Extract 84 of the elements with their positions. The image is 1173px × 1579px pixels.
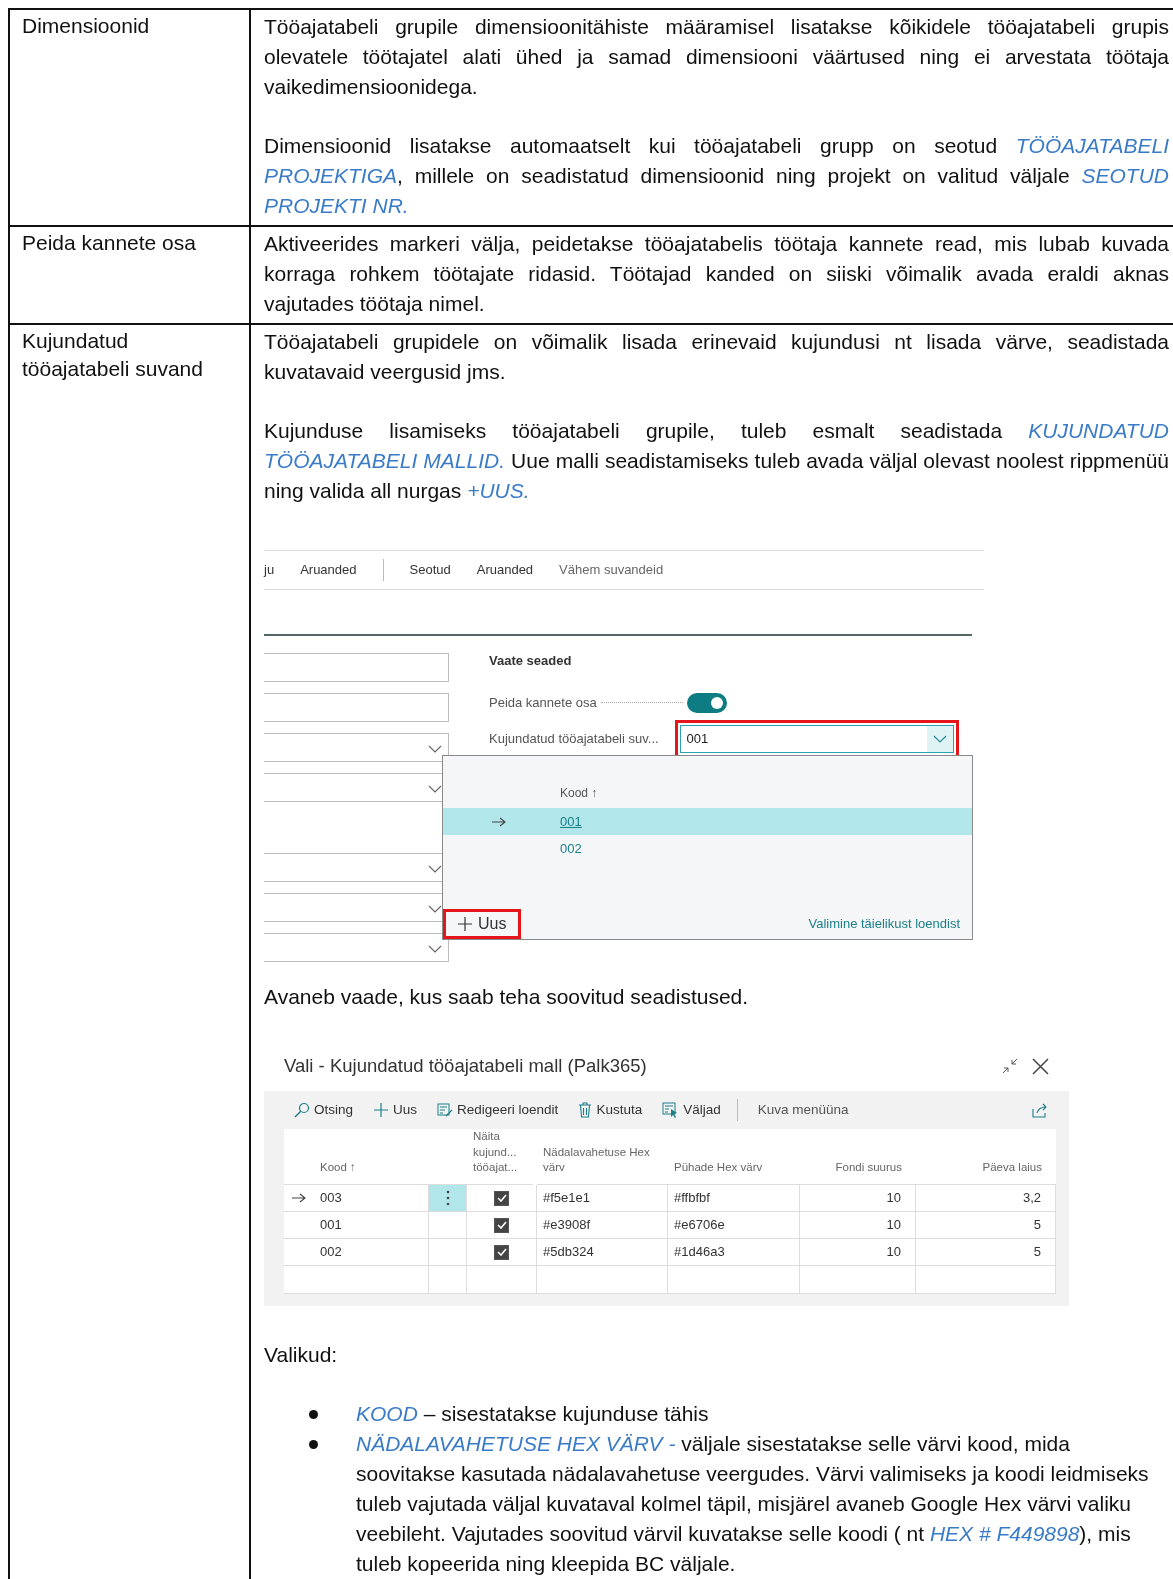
column-header: Kood ↑ — [560, 786, 599, 801]
menu-tab[interactable]: Vähem suvandeid — [559, 562, 664, 578]
new-button[interactable]: Uus — [443, 909, 522, 939]
paragraph: Avaneb vaade, kus saab teha soovitud seadistused. — [264, 984, 750, 1010]
paragraph: Dimensioonid lisatakse automaatselt kui tööajatabeli grupp on seotud TÖÖAJATABELI PROJEKTIGA, millele on seadistatud dimensioonid ning projekt on valitud väljale SEOTUD PROJEKTI NR. — [264, 133, 1169, 219]
chevron-icon — [428, 945, 442, 953]
menu-tab[interactable]: Aruanded — [476, 562, 534, 578]
list-item: NÄDALAVAHETUSE HEX VÄRV - väljale sisestatakse selle värvi kood, mida soovitakse kasutada nädalavahetuse veergudes. Värvi valimiseks ja koodi leidmiseks tuleb vajutada väljal kuvataval kolmel täpil, misjärel avaneb Google Hex värvi valiku veebileht. Vajutades soovitud värvil kuvatakse selle koodi ( nt HEX # F449898), mis tuleb kopeerida ning kleepida BC väljale. — [356, 1431, 1150, 1577]
toggle-switch[interactable] — [686, 692, 727, 713]
checkbox[interactable] — [494, 1190, 509, 1206]
search-icon — [294, 1102, 310, 1118]
column-header[interactable]: Kood ↑ — [284, 1129, 429, 1185]
table-cell-text: 5 — [1033, 1216, 1041, 1234]
row-selector-cell[interactable] — [429, 1212, 467, 1239]
row-label: Peida kannete osa — [22, 230, 196, 256]
table-cell-text: #f5e1e1 — [543, 1189, 590, 1207]
toolbar-button[interactable]: Kustuta — [578, 1095, 643, 1125]
field-label: Kujundatud tööajatabeli suv... — [489, 730, 659, 747]
trash-icon — [578, 1102, 593, 1118]
row-selector-cell[interactable] — [429, 1185, 467, 1212]
paragraph: Aktiveerides markeri välja, peidetakse tööajatabelis töötaja kannete read, mis lubab kuvada korraga rohkem töötajate ridasid. Töötajad kanded on siiski võimalik avada eraldi aknas vajutades töötaja nimel. — [264, 231, 1169, 317]
chevron-icon — [926, 725, 953, 752]
column-header[interactable]: Nädalavahetuse Hex värv — [537, 1129, 668, 1185]
plus-icon — [458, 917, 472, 931]
collapse-icon[interactable] — [1002, 1058, 1018, 1074]
table-cell-text: 10 — [886, 1216, 901, 1234]
table-cell-text: #ffbfbf — [674, 1189, 710, 1207]
toolbar-button[interactable]: Otsing — [294, 1095, 354, 1125]
share-icon[interactable] — [1032, 1102, 1048, 1118]
list-item: KOOD – sisestatakse kujunduse tähis — [356, 1401, 709, 1427]
row-label: Kujundatud tööajatabeli suvand — [22, 328, 204, 382]
bullet-icon — [309, 1410, 318, 1419]
input-field[interactable] — [264, 653, 449, 682]
dialog-title: Vali - Kujundatud tööajatabeli mall (Palk365) — [284, 1054, 647, 1078]
paragraph: Valikud: — [264, 1342, 339, 1368]
table-cell-text: 003 — [320, 1189, 342, 1207]
chevron-icon — [428, 905, 442, 913]
select-field[interactable]: 001 — [679, 724, 954, 753]
arrow-icon — [492, 816, 506, 827]
section-title: Vaate seaded — [489, 653, 573, 669]
paragraph: Tööajatabeli grupidele on võimalik lisada erinevaid kujundusi nt lisada värve, seadistada kuvatavaid veergusid jms. — [264, 329, 1169, 385]
table-cell-text: #1d46a3 — [674, 1243, 725, 1261]
list-row[interactable]: 001 — [443, 808, 972, 836]
toolbar-button[interactable]: Uus — [373, 1095, 418, 1125]
chevron-icon — [428, 865, 442, 873]
input-field[interactable] — [264, 693, 449, 722]
edit-list-icon — [437, 1102, 454, 1118]
table-cell-text: #5db324 — [543, 1243, 594, 1261]
table-cell-text: #e6706e — [674, 1216, 725, 1234]
table-cell-text: 10 — [886, 1189, 901, 1207]
paragraph: Tööajatabeli grupile dimensioonitähiste määramisel lisatakse kõikidele tööajatabeli grupis olevatele töötajatel alati ühed ja samad dimensiooni väärtused ning ei arvestata töötaja vaikedimensioonidega. — [264, 14, 1169, 100]
checkbox[interactable] — [494, 1244, 509, 1260]
field-label: Peida kannete osa — [489, 694, 597, 711]
bullet-icon — [309, 1440, 318, 1449]
plus-icon — [373, 1102, 390, 1118]
row-selector-cell[interactable] — [429, 1239, 467, 1266]
more-options-icon[interactable] — [445, 1190, 450, 1206]
column-header[interactable]: Pühade Hex värv — [668, 1129, 800, 1185]
full-list-link[interactable]: Valimine täielikust loendist — [808, 916, 960, 932]
toolbar-button[interactable]: Kuva menüüna — [757, 1095, 849, 1125]
input-field[interactable] — [264, 933, 449, 962]
table-cell-text: #e3908f — [543, 1216, 590, 1234]
chevron-icon — [428, 785, 442, 793]
toolbar-button[interactable]: Redigeeri loendit — [437, 1095, 559, 1125]
column-header[interactable]: Fondi suurus — [800, 1129, 916, 1185]
table-cell-text: 5 — [1033, 1243, 1041, 1261]
checkbox[interactable] — [494, 1217, 509, 1233]
empty-table-cell — [429, 1266, 467, 1294]
chevron-icon — [428, 745, 442, 753]
table-cell-text: 001 — [320, 1216, 342, 1234]
column-header[interactable]: Päeva laius — [916, 1129, 1056, 1185]
list-row[interactable]: 002 — [443, 835, 972, 863]
table-cell-text: 3,2 — [1022, 1189, 1041, 1207]
arrow-icon — [292, 1193, 306, 1203]
menu-tab[interactable]: Aruanded — [300, 562, 357, 578]
table-cell-text: 10 — [886, 1243, 901, 1261]
paragraph: Kujunduse lisamiseks tööajatabeli grupile, tuleb esmalt seadistada KUJUNDATUD TÖÖAJATABELI MALLID. Uue malli seadistamiseks tuleb avada väljal olevast noolest rippmenüü ning valida all nurgas +UUS. — [264, 418, 1169, 504]
column-header[interactable]: Näita kujund... tööajat... — [467, 1129, 533, 1185]
menu-tab[interactable]: Seotud — [409, 562, 451, 578]
table-cell-text: 002 — [320, 1243, 342, 1261]
close-icon[interactable] — [1032, 1057, 1049, 1075]
row-label: Dimensioonid — [22, 13, 150, 39]
menu-tab[interactable]: ju — [264, 562, 275, 578]
toolbar-button[interactable]: Väljad — [662, 1095, 721, 1125]
